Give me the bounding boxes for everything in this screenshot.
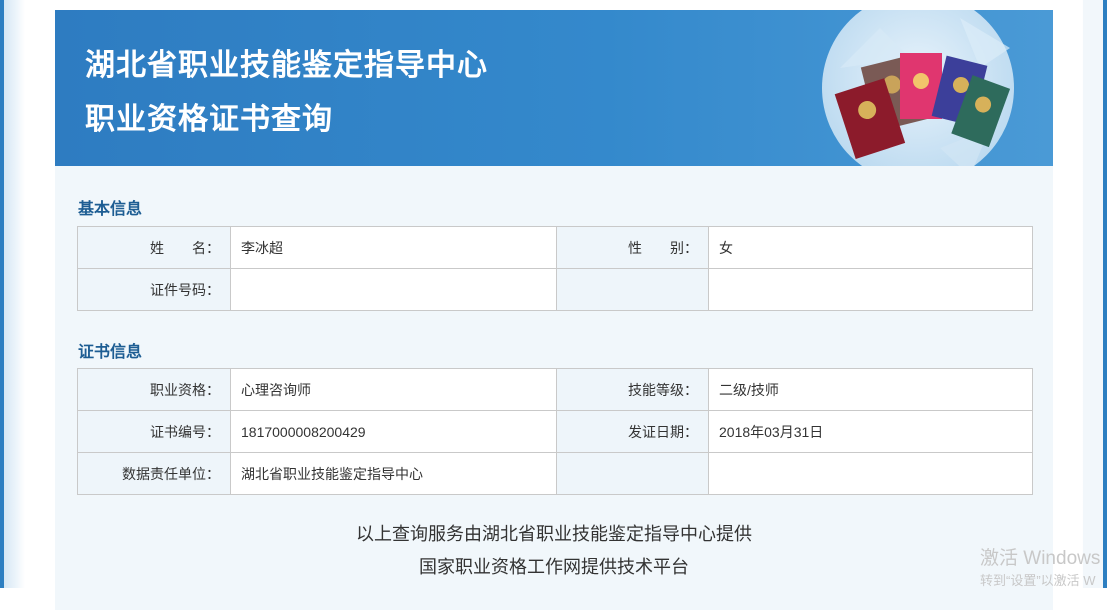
- banner-title-line1: 湖北省职业技能鉴定指导中心: [85, 49, 488, 82]
- windows-activation-hint: 转到“设置”以激活 W: [980, 573, 1096, 588]
- footer-provider-text: 以上查询服务由湖北省职业技能鉴定指导中心提供: [356, 524, 752, 544]
- qualification-value: 心理咨询师: [230, 368, 557, 411]
- skill-level-value: 二级/技师: [708, 368, 1033, 411]
- issue-date-label: 发证日期：: [556, 410, 709, 453]
- empty-value-cell: [708, 452, 1033, 495]
- right-background-stripe: [1082, 0, 1107, 588]
- cert-number-label: 证书编号：: [77, 410, 231, 453]
- header-banner: 湖北省职业技能鉴定指导中心 职业资格证书查询: [55, 10, 1053, 166]
- cert-number-value: 1817000008200429: [230, 410, 557, 453]
- table-row: 证书编号： 1817000008200429 发证日期： 2018年03月31日: [77, 410, 1033, 453]
- footer-platform-text: 国家职业资格工作网提供技术平台: [419, 557, 689, 577]
- name-label: 姓 名：: [77, 226, 231, 269]
- gender-label: 性 别：: [556, 226, 709, 269]
- basic-info-title: 基本信息: [78, 201, 143, 218]
- table-row: 证件号码：: [77, 268, 1033, 311]
- cert-info-table: 职业资格： 心理咨询师 技能等级： 二级/技师 证书编号： 1817000008…: [77, 368, 1033, 495]
- cert-info-title: 证书信息: [78, 344, 143, 361]
- gender-value: 女: [708, 226, 1033, 269]
- issue-date-value: 2018年03月31日: [708, 410, 1033, 453]
- id-number-value: [230, 268, 557, 311]
- qualification-label: 职业资格：: [77, 368, 231, 411]
- empty-value-cell: [708, 268, 1033, 311]
- windows-activation-watermark: 激活 Windows: [980, 548, 1101, 569]
- basic-info-table: 姓 名： 李冰超 性 别： 女 证件号码：: [77, 226, 1033, 311]
- responsible-unit-value: 湖北省职业技能鉴定指导中心: [230, 452, 557, 495]
- empty-label-cell: [556, 268, 709, 311]
- id-number-label: 证件号码：: [77, 268, 231, 311]
- certificates-illustration: [822, 10, 1014, 166]
- banner-title-line2: 职业资格证书查询: [85, 103, 333, 136]
- left-background-stripe: [0, 0, 25, 588]
- responsible-unit-label: 数据责任单位：: [77, 452, 231, 495]
- table-row: 姓 名： 李冰超 性 别： 女: [77, 226, 1033, 269]
- table-row: 数据责任单位： 湖北省职业技能鉴定指导中心: [77, 452, 1033, 495]
- result-card: 湖北省职业技能鉴定指导中心 职业资格证书查询 基本信息 姓 名： 李冰超 性 别…: [55, 10, 1053, 610]
- name-value: 李冰超: [230, 226, 557, 269]
- skill-level-label: 技能等级：: [556, 368, 709, 411]
- table-row: 职业资格： 心理咨询师 技能等级： 二级/技师: [77, 368, 1033, 411]
- empty-label-cell: [556, 452, 709, 495]
